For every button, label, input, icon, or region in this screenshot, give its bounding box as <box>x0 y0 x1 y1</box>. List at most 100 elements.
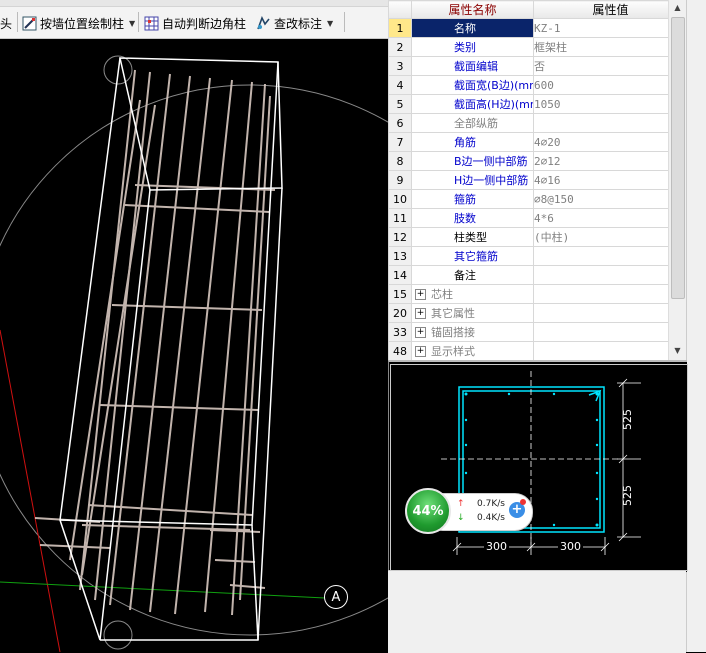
property-name-label: 其它箍筋 <box>454 250 498 263</box>
property-value-cell[interactable] <box>533 265 686 285</box>
property-row[interactable]: 48 + 显示样式 <box>388 341 686 360</box>
property-name-cell[interactable]: 箍筋 <box>411 189 534 209</box>
property-name-cell[interactable]: 截面编辑 <box>411 56 534 76</box>
row-number: 12 <box>388 227 412 247</box>
property-name-cell[interactable]: + 芯柱 <box>411 284 534 304</box>
property-value-cell[interactable] <box>533 246 686 266</box>
drawing-canvas[interactable] <box>0 38 388 652</box>
property-value-cell[interactable] <box>533 341 686 360</box>
row-number: 1 <box>388 18 412 38</box>
property-row[interactable]: 12 柱类型 (中柱) <box>388 227 686 247</box>
property-name-label: 名称 <box>454 22 476 35</box>
property-row[interactable]: 7 角筋 4⌀20 <box>388 132 686 152</box>
property-row[interactable]: 8 B边一侧中部筋 2⌀12 <box>388 151 686 171</box>
property-grid[interactable]: 属性名称 属性值 1 名称 KZ-1 2 类别 框架柱 3 截面编辑 否 4 截面宽(B边)(mm)… <box>388 0 686 360</box>
property-row[interactable]: 15 + 芯柱 <box>388 284 686 304</box>
property-name-cell[interactable]: 肢数 <box>411 208 534 228</box>
property-value-cell[interactable]: 否 <box>533 56 686 76</box>
property-name-cell[interactable]: + 锚固搭接 <box>411 322 534 342</box>
property-name-cell[interactable]: H边一侧中部筋 <box>411 170 534 190</box>
property-row[interactable]: 10 箍筋 ⌀8@150 <box>388 189 686 209</box>
property-grid-scrollbar[interactable]: ▲ ▼ <box>668 0 686 360</box>
property-value-cell[interactable]: ⌀8@150 <box>533 189 686 209</box>
property-name-wrap: 截面宽(B边)(mm) <box>413 77 533 94</box>
stirrup-line <box>99 404 259 411</box>
property-name-cell[interactable]: 柱类型 <box>411 227 534 247</box>
property-value-cell[interactable]: KZ-1 <box>533 18 686 38</box>
property-row[interactable]: 14 备注 <box>388 265 686 285</box>
property-value-cell[interactable]: 4⌀16 <box>533 170 686 190</box>
property-row[interactable]: 4 截面宽(B边)(mm)600 <box>388 75 686 95</box>
scroll-up-arrow-icon[interactable]: ▲ <box>669 0 686 16</box>
property-name-label: 锚固搭接 <box>431 326 475 339</box>
row-number: 2 <box>388 37 412 57</box>
property-name-wrap: 其它箍筋 <box>413 248 533 265</box>
property-name-cell[interactable]: 备注 <box>411 265 534 285</box>
orbit-handle[interactable] <box>103 620 133 650</box>
property-name-cell[interactable]: 截面高(H边)(mm) <box>411 94 534 114</box>
expand-plus-icon[interactable]: + <box>415 307 426 319</box>
property-name-wrap: H边一侧中部筋 <box>413 172 533 189</box>
property-name-cell[interactable]: + 显示样式 <box>411 341 534 360</box>
expand-plus-icon[interactable]: + <box>415 345 426 357</box>
property-value-cell[interactable]: 4⌀20 <box>533 132 686 152</box>
expand-plus-icon[interactable]: + <box>415 326 426 338</box>
property-name-cell[interactable]: 全部纵筋 <box>411 113 534 133</box>
property-name-wrap: + 芯柱 <box>413 286 533 303</box>
column-header-value[interactable]: 属性值 <box>533 0 686 19</box>
property-value-cell[interactable]: 2⌀12 <box>533 151 686 171</box>
property-row[interactable]: 1 名称 KZ-1 <box>388 18 686 38</box>
property-name-cell[interactable]: B边一侧中部筋 <box>411 151 534 171</box>
property-row[interactable]: 9 H边一侧中部筋 4⌀16 <box>388 170 686 190</box>
rebar-anchor-line <box>214 559 256 563</box>
axis-label-badge[interactable]: A <box>324 585 348 609</box>
property-row[interactable]: 3 截面编辑 否 <box>388 56 686 76</box>
property-name-cell[interactable]: + 其它属性 <box>411 303 534 323</box>
chevron-down-icon[interactable]: ▼ <box>327 19 333 28</box>
stirrup-line <box>87 504 253 516</box>
row-number: 4 <box>388 75 412 95</box>
chevron-down-icon[interactable]: ▼ <box>129 19 135 28</box>
row-number: 3 <box>388 56 412 76</box>
property-row[interactable]: 13 其它箍筋 <box>388 246 686 266</box>
property-name-wrap: 截面编辑 <box>413 58 533 75</box>
property-value-cell[interactable]: 4*6 <box>533 208 686 228</box>
property-value-cell[interactable]: (中柱) <box>533 227 686 247</box>
memory-usage-ball[interactable]: 44% <box>405 488 451 534</box>
property-value-cell[interactable]: 1050 <box>533 94 686 114</box>
property-row[interactable]: 5 截面高(H边)(mm)1050 <box>388 94 686 114</box>
property-name-cell[interactable]: 类别 <box>411 37 534 57</box>
auto-corner-column-button[interactable]: 自动判断边角柱 <box>144 13 246 33</box>
expand-plus-icon[interactable]: + <box>415 288 426 300</box>
scrollbar-thumb[interactable] <box>671 17 685 299</box>
property-value-cell[interactable]: 600 <box>533 75 686 95</box>
property-value-cell[interactable] <box>533 322 686 342</box>
edit-annotation-button[interactable]: 查改标注 ▼ <box>256 13 333 33</box>
network-speed-widget[interactable]: 44% ↑ 0.7K/s ↓ 0.4K/s + <box>405 488 533 534</box>
property-name-wrap: B边一侧中部筋 <box>413 153 533 170</box>
property-name-wrap: 箍筋 <box>413 191 533 208</box>
property-name-cell[interactable]: 其它箍筋 <box>411 246 534 266</box>
scroll-down-arrow-icon[interactable]: ▼ <box>669 343 686 359</box>
dim-top-label: 525 <box>621 409 634 430</box>
property-row[interactable]: 2 类别 框架柱 <box>388 37 686 57</box>
property-value-cell[interactable] <box>533 303 686 323</box>
property-value-cell[interactable] <box>533 284 686 304</box>
auto-corner-label: 自动判断边角柱 <box>162 16 247 31</box>
property-row[interactable]: 20 + 其它属性 <box>388 303 686 323</box>
property-value-cell[interactable] <box>533 113 686 133</box>
property-row[interactable]: 11 肢数 4*6 <box>388 208 686 228</box>
property-name-label: 显示样式 <box>431 345 475 358</box>
property-name-cell[interactable]: 名称 <box>411 18 534 38</box>
column-header-name[interactable]: 属性名称 <box>411 0 534 19</box>
property-name-wrap: 肢数 <box>413 210 533 227</box>
property-row[interactable]: 6 全部纵筋 <box>388 113 686 133</box>
toolbar-item-cut[interactable]: 头 <box>0 13 12 33</box>
property-row[interactable]: 33 + 锚固搭接 <box>388 322 686 342</box>
property-name-cell[interactable]: 截面宽(B边)(mm) <box>411 75 534 95</box>
draw-by-wall-button[interactable]: 按墙位置绘制柱 ▼ <box>22 13 135 33</box>
property-value-cell[interactable]: 框架柱 <box>533 37 686 57</box>
drawing-toolbar: 头 按墙位置绘制柱 ▼ 自动判断边角柱 查改标注 ▼ <box>0 0 388 39</box>
x-axis-line <box>0 329 61 652</box>
property-name-cell[interactable]: 角筋 <box>411 132 534 152</box>
